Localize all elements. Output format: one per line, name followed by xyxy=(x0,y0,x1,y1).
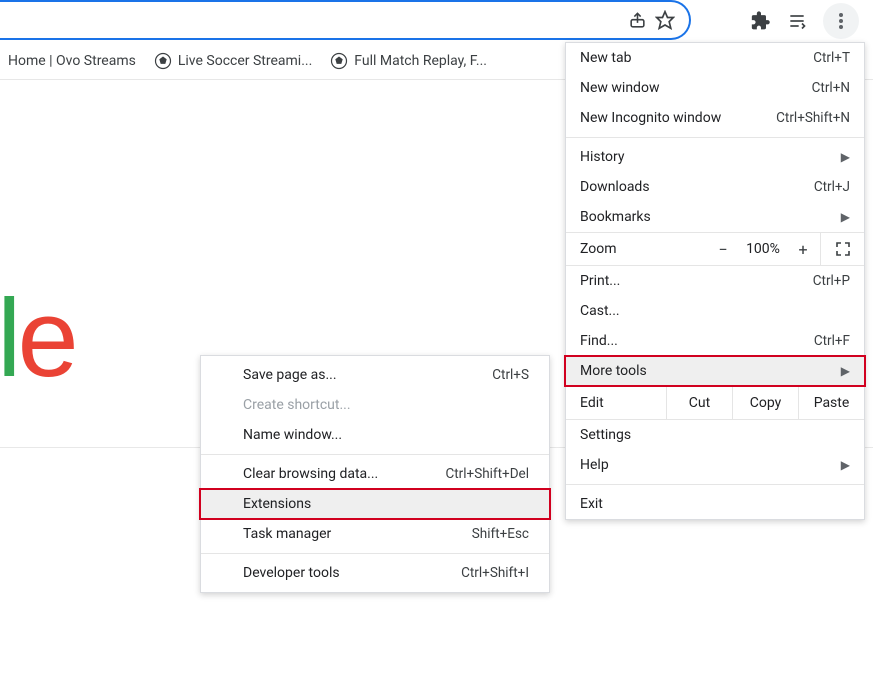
submenu-name-window[interactable]: Name window... xyxy=(201,420,549,450)
logo-letter-e: e xyxy=(17,277,74,400)
share-icon[interactable] xyxy=(623,6,651,34)
chevron-right-icon: ▶ xyxy=(841,364,850,378)
bookmark-label: Full Match Replay, F... xyxy=(354,53,487,69)
more-tools-submenu: Save page as... Ctrl+S Create shortcut..… xyxy=(200,355,550,593)
address-bar[interactable] xyxy=(0,0,691,40)
menu-downloads[interactable]: Downloads Ctrl+J xyxy=(566,172,864,202)
menu-exit[interactable]: Exit xyxy=(566,489,864,519)
zoom-in-button[interactable]: + xyxy=(786,240,820,259)
menu-edit: Edit Cut Copy Paste xyxy=(566,386,864,420)
star-icon[interactable] xyxy=(651,6,679,34)
bookmark-label: Live Soccer Streami... xyxy=(178,53,312,69)
submenu-task-manager[interactable]: Task manager Shift+Esc xyxy=(201,519,549,549)
bookmark-label: Home | Ovo Streams xyxy=(8,53,136,69)
edit-copy-button[interactable]: Copy xyxy=(732,387,798,419)
menu-separator xyxy=(201,553,549,554)
browser-toolbar xyxy=(0,0,873,42)
menu-separator xyxy=(566,137,864,138)
submenu-create-shortcut: Create shortcut... xyxy=(201,390,549,420)
main-menu: New tab Ctrl+T New window Ctrl+N New Inc… xyxy=(565,42,865,520)
fullscreen-button[interactable] xyxy=(820,233,864,265)
menu-bookmarks[interactable]: Bookmarks ▶ xyxy=(566,202,864,232)
menu-find[interactable]: Find... Ctrl+F xyxy=(566,326,864,356)
menu-new-incognito[interactable]: New Incognito window Ctrl+Shift+N xyxy=(566,103,864,133)
menu-new-tab[interactable]: New tab Ctrl+T xyxy=(566,43,864,73)
edit-cut-button[interactable]: Cut xyxy=(666,387,732,419)
kebab-menu-button[interactable] xyxy=(823,3,859,39)
menu-zoom: Zoom − 100% + xyxy=(566,232,864,266)
bookmark-item[interactable]: Full Match Replay, F... xyxy=(330,52,487,70)
chevron-right-icon: ▶ xyxy=(841,150,850,164)
submenu-clear-data[interactable]: Clear browsing data... Ctrl+Shift+Del xyxy=(201,459,549,489)
menu-separator xyxy=(201,454,549,455)
fullscreen-icon xyxy=(835,241,851,257)
menu-print[interactable]: Print... Ctrl+P xyxy=(566,266,864,296)
menu-settings[interactable]: Settings xyxy=(566,420,864,450)
menu-history[interactable]: History ▶ xyxy=(566,142,864,172)
submenu-extensions[interactable]: Extensions xyxy=(201,489,549,519)
menu-new-window[interactable]: New window Ctrl+N xyxy=(566,73,864,103)
menu-cast[interactable]: Cast... xyxy=(566,296,864,326)
reading-list-icon[interactable] xyxy=(779,3,815,39)
zoom-out-button[interactable]: − xyxy=(706,240,740,259)
soccer-icon xyxy=(330,52,348,70)
menu-separator xyxy=(566,484,864,485)
soccer-icon xyxy=(154,52,172,70)
edit-paste-button[interactable]: Paste xyxy=(798,387,864,419)
bookmark-item[interactable]: Home | Ovo Streams xyxy=(8,53,136,69)
google-logo-fragment: le xyxy=(0,275,75,402)
zoom-value: 100% xyxy=(740,241,786,257)
submenu-dev-tools[interactable]: Developer tools Ctrl+Shift+I xyxy=(201,558,549,588)
extensions-puzzle-icon[interactable] xyxy=(743,3,779,39)
logo-letter-l: l xyxy=(0,277,17,400)
chevron-right-icon: ▶ xyxy=(841,458,850,472)
submenu-save-page[interactable]: Save page as... Ctrl+S xyxy=(201,360,549,390)
menu-help[interactable]: Help ▶ xyxy=(566,450,864,480)
chevron-right-icon: ▶ xyxy=(841,210,850,224)
menu-more-tools[interactable]: More tools ▶ xyxy=(566,356,864,386)
bookmark-item[interactable]: Live Soccer Streami... xyxy=(154,52,312,70)
